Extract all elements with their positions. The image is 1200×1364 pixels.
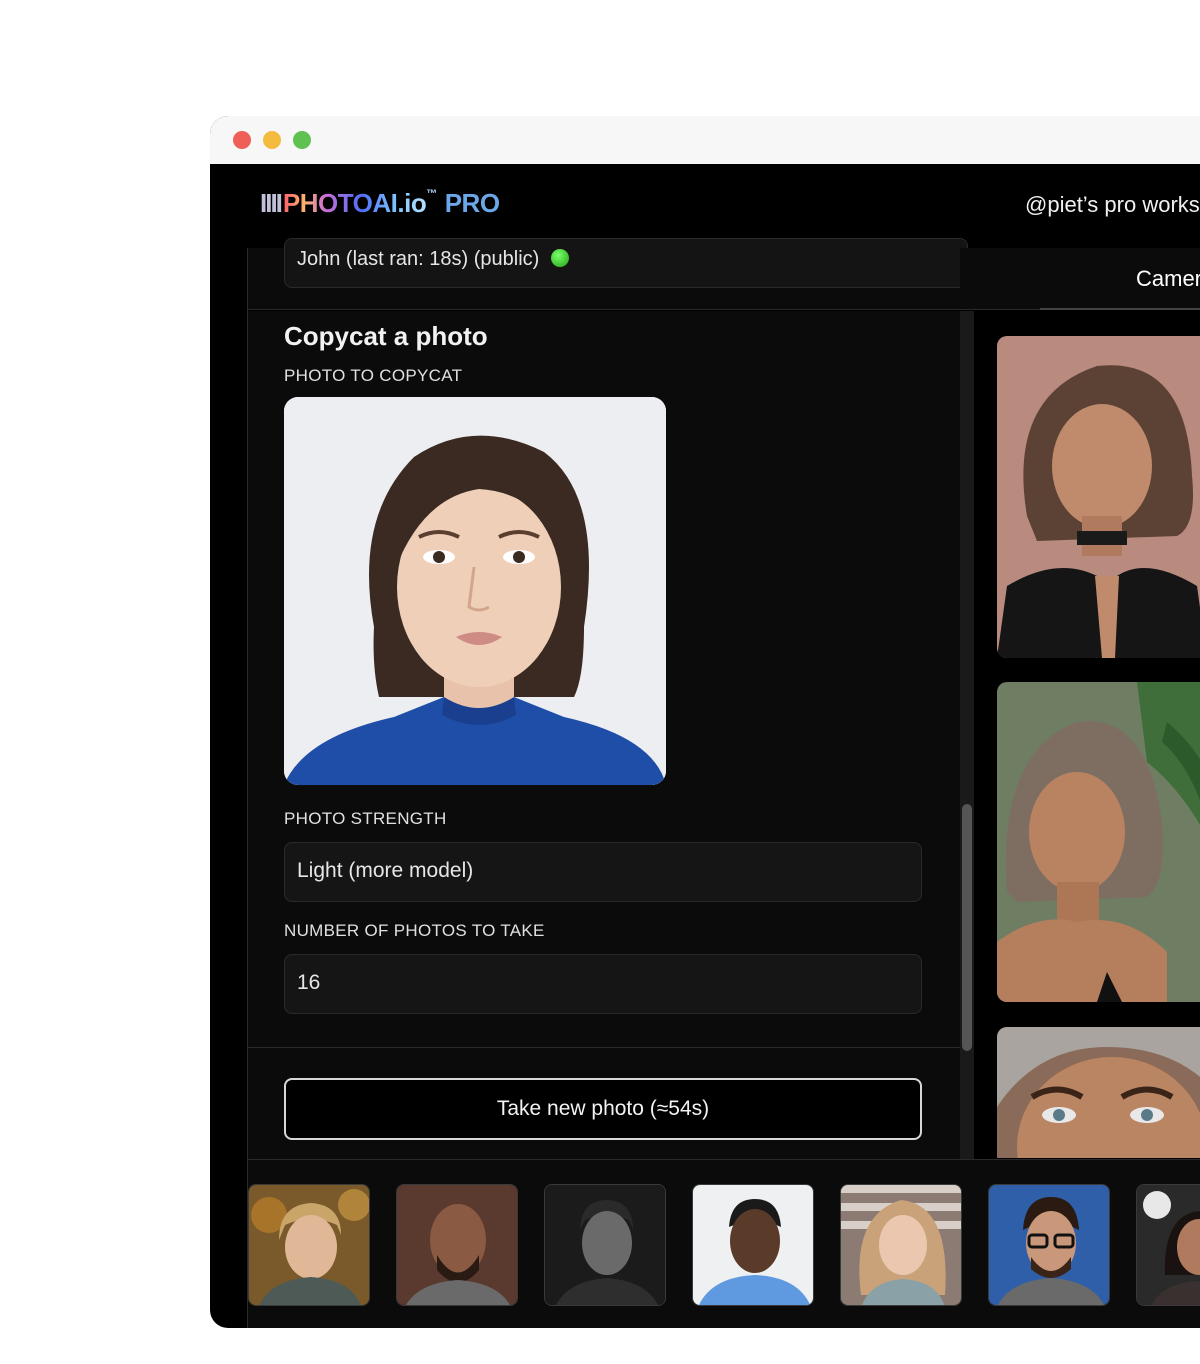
model-status-dot [551,248,570,267]
logo-bars: IIII [260,188,283,218]
brand-logo[interactable]: IIIIPHOTOAI.io™ PRO [260,188,500,219]
logo-pro-badge: PRO [444,188,500,218]
gallery-photo[interactable] [997,1027,1200,1158]
tab-bar: Camer [960,248,1200,310]
logo-name: PHOTOAI.io [282,188,427,218]
tab-camera[interactable]: Camer [1040,248,1200,310]
photo-count-input[interactable]: 16 [284,954,922,1014]
copycat-heading: Copycat a photo [284,321,488,351]
gallery-photo[interactable] [997,682,1200,1002]
model-avatar[interactable] [840,1184,962,1306]
result-gallery [975,311,1200,1158]
maximize-window-button[interactable] [293,131,311,149]
photo-count-label: NUMBER OF PHOTOS TO TAKE [284,921,545,940]
model-avatar[interactable] [544,1184,666,1306]
take-new-photo-button[interactable]: Take new photo (≈54s) [284,1078,922,1140]
photo-strength-select[interactable]: Light (more model) [284,842,922,902]
model-avatar[interactable] [988,1184,1110,1306]
title-bar [210,116,1200,164]
panel-scrollbar-thumb[interactable] [962,804,972,1051]
model-select-value: John (last ran: 18s) (public) [297,248,540,270]
logo-trademark: ™ [426,188,437,200]
model-select-area: John (last ran: 18s) (public) [248,238,968,310]
photo-strength-label: PHOTO STRENGTH [284,809,447,828]
close-window-button[interactable] [233,131,251,149]
copycat-photo[interactable] [284,397,666,785]
app-window: IIIIPHOTOAI.io™ PRO @piet’s pro works Joh… [210,116,1200,1328]
model-avatar[interactable] [1136,1184,1200,1306]
gallery-photo[interactable] [997,336,1200,658]
minimize-window-button[interactable] [263,131,281,149]
workspace-name[interactable]: @piet’s pro works [1025,192,1200,218]
action-area: Take new photo (≈54s) [248,1047,960,1159]
top-bar: IIIIPHOTOAI.io™ PRO @piet’s pro works [210,164,1200,248]
model-select[interactable]: John (last ran: 18s) (public) [284,238,968,288]
copycat-panel: Copycat a photo PHOTO TO COPYCAT PHOTO S… [248,311,960,1162]
model-avatar[interactable] [396,1184,518,1306]
photo-to-copycat-label: PHOTO TO COPYCAT [284,366,463,385]
model-avatar[interactable] [248,1184,370,1306]
panel-scrollbar-track[interactable] [960,311,974,1274]
model-strip [248,1159,1200,1328]
model-avatar[interactable] [692,1184,814,1306]
